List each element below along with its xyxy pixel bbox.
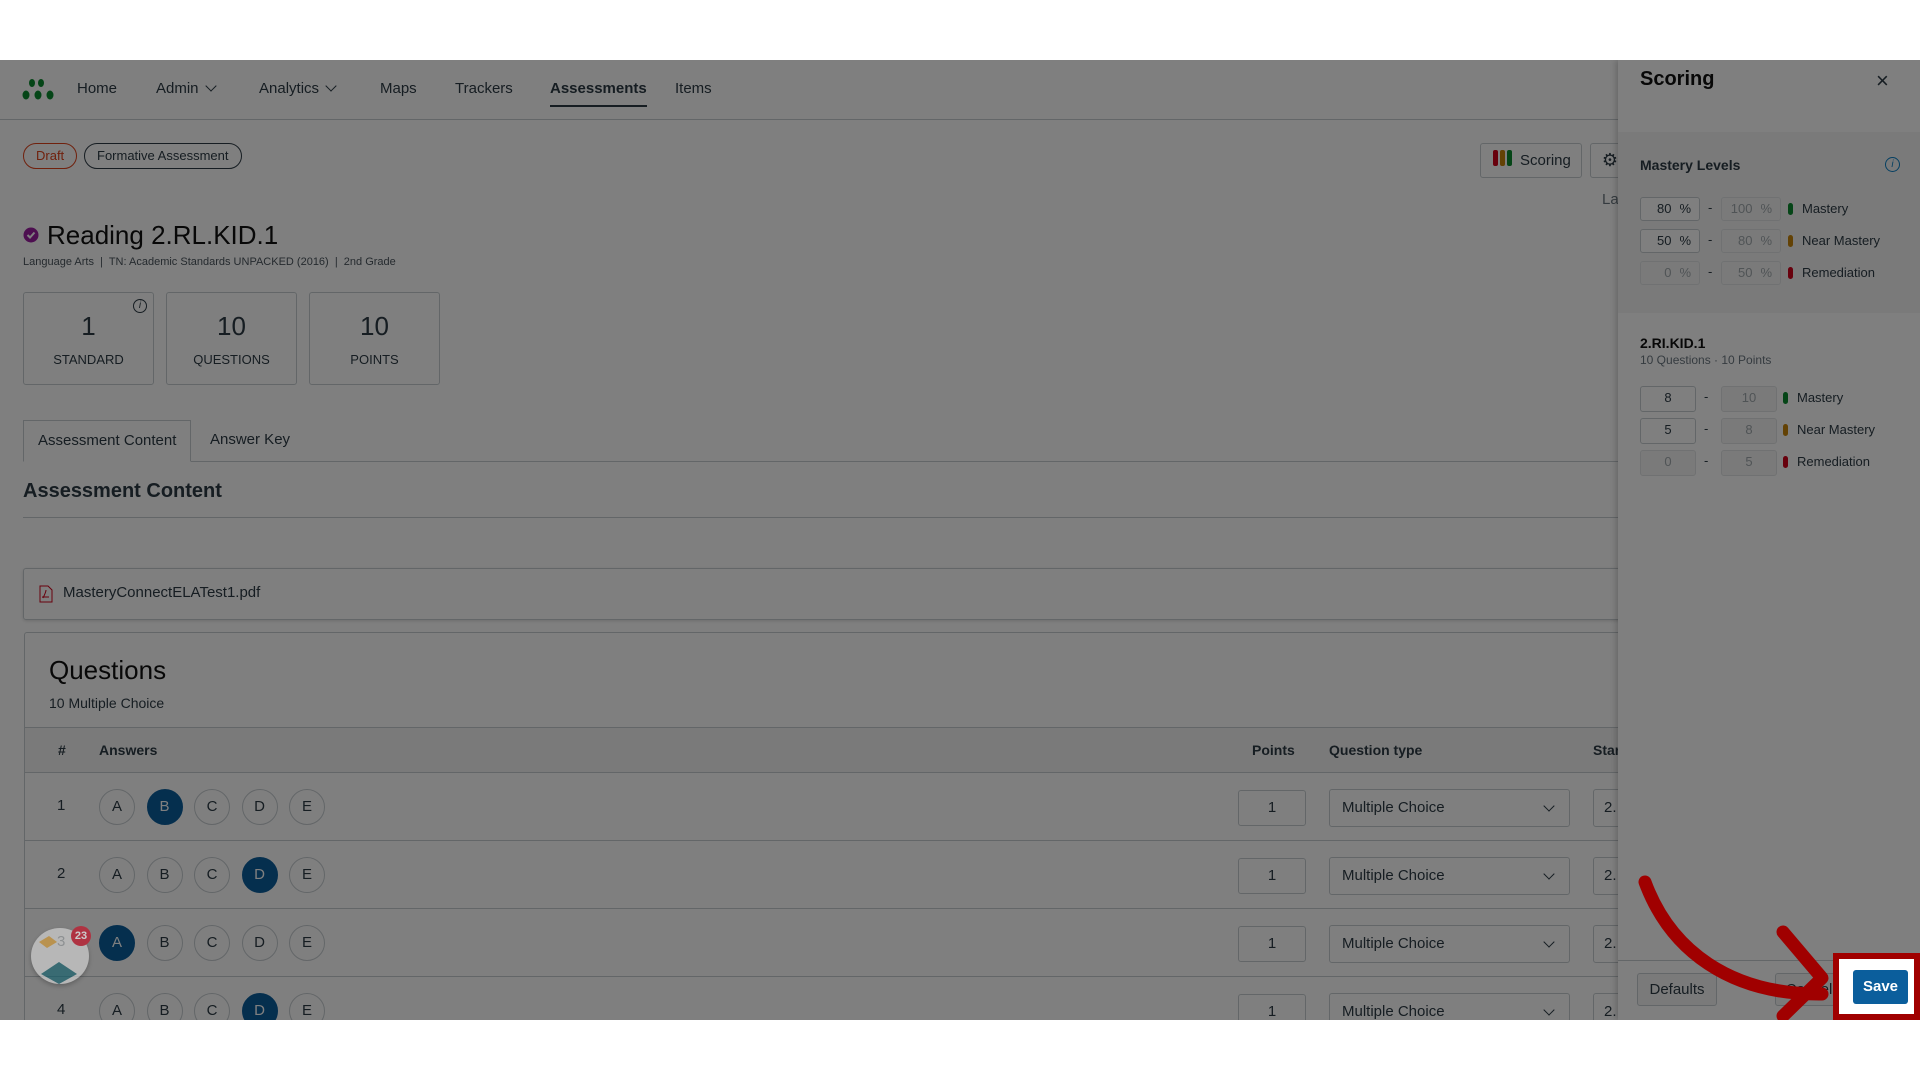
notification-badge: 23 <box>71 926 91 946</box>
annotation-arrow-icon <box>1638 875 1829 1020</box>
floating-help-widget[interactable]: 23 <box>31 926 91 984</box>
save-highlight-box: Save <box>1833 953 1920 1020</box>
save-button[interactable]: Save <box>1853 970 1908 1004</box>
